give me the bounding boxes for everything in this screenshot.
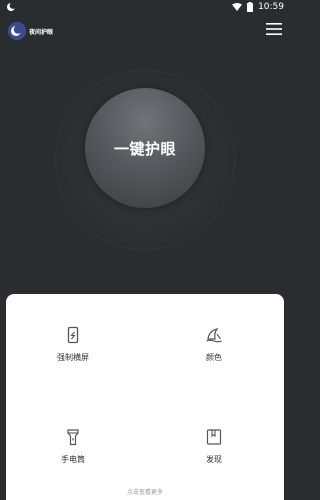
feature-flashlight[interactable]: 手电筒 — [23, 428, 123, 465]
status-time: 10:59 — [258, 2, 284, 12]
bookmark-book-icon — [206, 429, 222, 445]
feature-label: 手电筒 — [61, 455, 85, 464]
menu-icon[interactable] — [266, 22, 282, 36]
shark-fin-icon — [206, 328, 222, 343]
app-header: 夜间护眼 — [0, 18, 290, 46]
status-bar: 10:59 — [0, 0, 290, 16]
flashlight-icon — [67, 429, 79, 446]
app-logo: 夜间护眼 — [8, 22, 53, 40]
feature-color[interactable]: 颜色 — [164, 326, 264, 363]
feature-label: 颜色 — [206, 353, 222, 362]
feature-force-landscape[interactable]: 强制横屏 — [23, 326, 123, 363]
logo-text: 夜间护眼 — [29, 28, 54, 36]
eye-protect-label: 一键护眼 — [113, 139, 176, 158]
eye-protect-button[interactable]: 一键护眼 — [85, 88, 205, 208]
phone-rotate-icon — [67, 326, 79, 344]
feature-label: 发现 — [206, 455, 222, 464]
feature-panel: 强制横屏 颜色 手电筒 发现 点击查看更多 — [6, 294, 284, 500]
battery-icon — [247, 2, 254, 12]
view-more-link[interactable]: 点击查看更多 — [6, 487, 284, 496]
feature-label: 强制横屏 — [57, 353, 89, 362]
feature-discover[interactable]: 发现 — [164, 428, 264, 465]
wifi-icon — [232, 3, 243, 11]
moon-notification-icon — [7, 2, 16, 11]
moon-logo-icon — [8, 22, 26, 40]
